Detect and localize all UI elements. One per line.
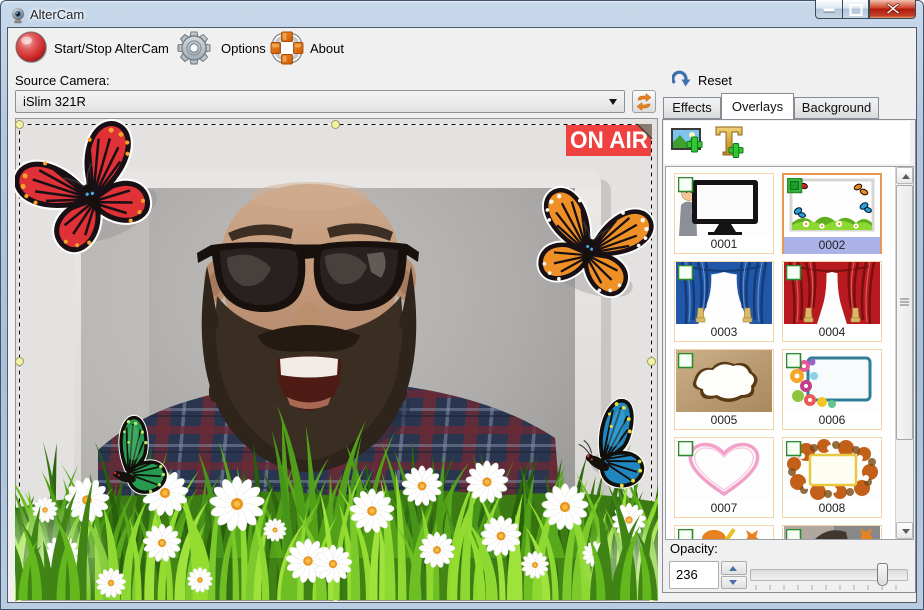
svg-text:ON AIR: ON AIR [570,127,648,154]
